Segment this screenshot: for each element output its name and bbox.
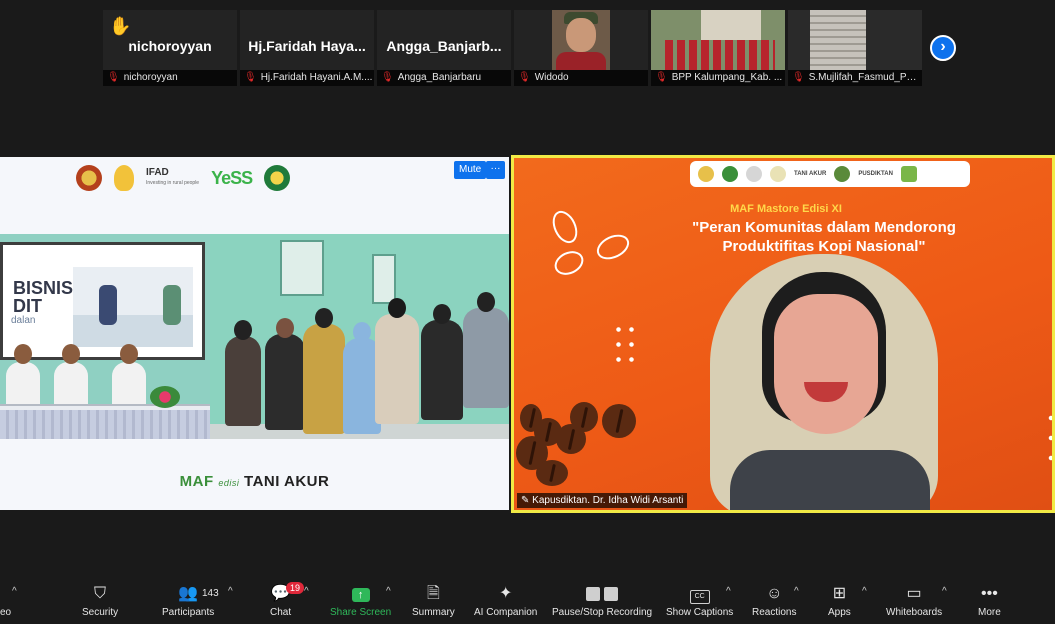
video-icon: [0, 584, 11, 604]
speaker-name-label: ✎ Kapusdiktan. Dr. Idha Widi Arsanti: [517, 493, 688, 508]
summary-button[interactable]: 🗎 Summary: [412, 584, 455, 618]
shield-icon: ⛉: [94, 585, 107, 602]
smiley-icon: ☺: [766, 585, 783, 602]
whiteboards-button[interactable]: ▭ Whiteboards: [886, 584, 942, 618]
stop-icon: [604, 587, 619, 601]
participant-label: 🎙︎ BPP Kalumpang_Kab. ...: [651, 70, 785, 86]
participant-tile[interactable]: Angga_Banjarb... 🎙︎ Angga_Banjarbaru: [377, 10, 511, 86]
participant-label: 🎙︎ S.Mujlifah_Fasmud_Pel...: [788, 70, 922, 86]
captions-icon: CC: [689, 590, 710, 604]
show-captions-button[interactable]: CC Show Captions: [666, 584, 733, 618]
ai-companion-button[interactable]: ✦ AI Companion: [474, 584, 537, 618]
more-options-button[interactable]: ···: [486, 161, 505, 179]
participant-name: Hj.Faridah Hayani.A.M....: [260, 72, 373, 83]
share-options-caret[interactable]: ^: [386, 586, 391, 597]
participant-label: 🎙︎ Angga_Banjarbaru: [377, 70, 511, 86]
event-scene: BISNIS DIT dalan: [0, 234, 509, 439]
more-button[interactable]: ••• More: [978, 584, 1001, 618]
logo-text: TANI AKUR: [794, 171, 827, 177]
participant-name: nichoroyyan: [123, 72, 178, 83]
banner-subtitle: dalan: [11, 315, 36, 326]
share-screen-button[interactable]: ↑ Share Screen: [330, 584, 391, 618]
banner-title: BISNIS DIT: [13, 278, 74, 316]
participant-tile[interactable]: ✋ nichoroyyan 🎙︎ nichoroyyan: [103, 10, 237, 86]
apps-button[interactable]: ⊞ Apps: [828, 584, 851, 618]
active-speaker-video[interactable]: TANI AKUR PUSDIKTAN MAF Mastore Edisi XI…: [511, 155, 1055, 513]
ministry-logo: [76, 165, 102, 191]
mic-muted-icon: 🎙︎: [381, 72, 394, 83]
share-screen-icon: ↑: [351, 588, 370, 602]
participants-options-caret[interactable]: ^: [228, 586, 233, 597]
logo-text: PUSDIKTAN: [858, 171, 893, 177]
event-banner: BISNIS DIT dalan: [0, 242, 205, 360]
sponsor-logos: IFAD Investing in rural people YeSS: [76, 165, 291, 191]
video-options-caret[interactable]: ^: [12, 586, 17, 597]
participant-tile[interactable]: 🎙︎ BPP Kalumpang_Kab. ...: [651, 10, 785, 86]
mic-muted-icon: 🎙︎: [792, 72, 805, 83]
participant-display-name: Angga_Banjarb...: [386, 38, 502, 54]
pin-icon: ✎: [521, 495, 533, 506]
video-button[interactable]: eo: [0, 584, 11, 618]
participant-video: [552, 10, 610, 70]
shared-video-left[interactable]: IFAD Investing in rural people YeSS Mute …: [0, 157, 509, 510]
next-page-button[interactable]: ›: [930, 35, 956, 61]
mic-muted-icon: 🎙︎: [244, 72, 257, 83]
participant-label: 🎙︎ nichoroyyan: [103, 70, 237, 86]
apps-options-caret[interactable]: ^: [862, 586, 867, 597]
participant-tile[interactable]: Hj.Faridah Haya... 🎙︎ Hj.Faridah Hayani.A…: [240, 10, 374, 86]
chat-options-caret[interactable]: ^: [304, 586, 309, 597]
participant-count: 143: [202, 588, 219, 599]
whiteboard-icon: ▭: [906, 585, 922, 602]
participant-tile[interactable]: 🎙︎ Widodo: [514, 10, 648, 86]
participant-video: [788, 10, 922, 70]
reactions-options-caret[interactable]: ^: [794, 586, 799, 597]
mic-muted-icon: 🎙︎: [655, 72, 668, 83]
mic-muted-icon: 🎙︎: [518, 72, 531, 83]
emblem-logo: [264, 165, 291, 191]
captions-options-caret[interactable]: ^: [726, 586, 731, 597]
participant-tile[interactable]: 🎙︎ S.Mujlifah_Fasmud_Pel...: [788, 10, 922, 86]
ifad-logo: IFAD Investing in rural people: [146, 167, 200, 187]
participants-button[interactable]: 👥 143 Participants: [162, 584, 219, 618]
mic-muted-icon: 🎙︎: [107, 72, 120, 83]
chat-button[interactable]: 💬 19 Chat: [270, 582, 305, 618]
sponsor-logo-bar: TANI AKUR PUSDIKTAN: [690, 161, 970, 187]
reactions-button[interactable]: ☺ Reactions: [752, 584, 796, 618]
event-title: MAF Mastore Edisi XI: [730, 203, 842, 215]
speaker: [700, 254, 960, 510]
apps-icon: ⊞: [832, 585, 847, 602]
flame-logo: [114, 165, 134, 191]
chevron-right-icon: ›: [940, 38, 946, 55]
event-theme: "Peran Komunitas dalam Mendorong Produkt…: [692, 219, 956, 255]
meeting-toolbar: eo ^ ⛉ Security 👥 143 Participants ^ 💬 19 Cha…: [0, 576, 1055, 624]
pause-stop-recording-button[interactable]: Pause/Stop Recording: [552, 584, 652, 618]
mute-button[interactable]: Mute: [454, 161, 487, 179]
participant-name: S.Mujlifah_Fasmud_Pel...: [808, 72, 922, 83]
yess-logo: YeSS: [211, 167, 253, 188]
sparkle-icon: ✦: [498, 585, 513, 602]
chat-badge: 19: [286, 582, 305, 594]
event-caption: MAF edisi TANI AKUR: [179, 473, 330, 490]
participant-strip: ✋ nichoroyyan 🎙︎ nichoroyyan Hj.Faridah H…: [103, 10, 922, 86]
participant-name: BPP Kalumpang_Kab. ...: [671, 72, 783, 83]
decor-dots: [612, 322, 638, 366]
whiteboards-options-caret[interactable]: ^: [942, 586, 947, 597]
audience: [225, 292, 509, 439]
pause-icon: [586, 587, 601, 601]
document-icon: 🗎: [426, 585, 440, 602]
participant-name: Angga_Banjarbaru: [397, 72, 482, 83]
participant-display-name: nichoroyyan: [128, 38, 212, 54]
ellipsis-icon: •••: [980, 585, 998, 602]
raised-hand-icon: ✋: [109, 16, 132, 36]
participant-label: 🎙︎ Widodo: [514, 70, 648, 86]
decor-dots: [1048, 408, 1052, 468]
participant-label: 🎙︎ Hj.Faridah Hayani.A.M....: [240, 70, 374, 86]
participant-display-name: Hj.Faridah Haya...: [248, 38, 366, 54]
participant-video: [651, 10, 785, 70]
security-button[interactable]: ⛉ Security: [82, 584, 118, 618]
participant-name: Widodo: [534, 72, 569, 83]
